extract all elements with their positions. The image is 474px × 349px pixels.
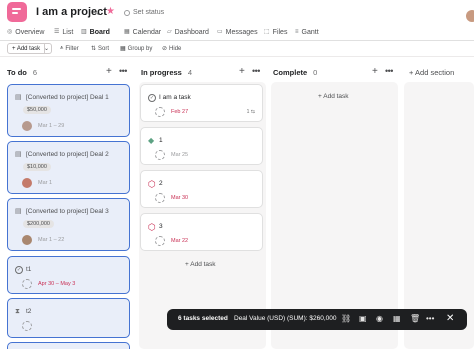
list-icon: ☰	[54, 29, 60, 35]
add-task-in-progress-link[interactable]: + Add task	[185, 261, 216, 268]
task-card[interactable]: ▤ [Converted to project] Deal 1 $50,000 …	[7, 84, 130, 137]
more-icon[interactable]: •••	[426, 314, 434, 324]
board-icon: ▥	[81, 29, 87, 35]
task-card[interactable]: ✓ I am a task Feb 27 1 ⇆	[140, 84, 263, 122]
assignee-placeholder-icon[interactable]	[22, 279, 32, 289]
dashboard-icon: ▱	[167, 29, 172, 35]
deal-value-tag: $200,000	[23, 220, 54, 228]
link-icon[interactable]: ⛓	[341, 314, 351, 324]
assignee-placeholder-icon[interactable]	[155, 236, 165, 246]
selection-toolbar: 6 tasks selected Deal Value (USD) (SUM):…	[167, 309, 467, 330]
star-icon[interactable]: ★	[106, 6, 115, 17]
due-date[interactable]: Mar 1	[38, 179, 52, 187]
deal-value-tag: $10,000	[23, 163, 51, 171]
calendar-icon: ▦	[124, 29, 130, 35]
column-header-todo[interactable]: To do 6	[7, 66, 37, 78]
avatar[interactable]	[466, 10, 474, 22]
deal-value-tag: $50,000	[23, 106, 51, 114]
filter-icon: ⩚	[60, 45, 64, 51]
tab-divider	[0, 40, 474, 41]
hide-icon: ⊘	[162, 46, 168, 52]
toolbar-divider	[0, 56, 474, 57]
hide-button[interactable]: ⊘ Hide	[162, 43, 181, 54]
selected-count: 6 tasks selected	[178, 315, 228, 322]
project-header: I am a project ⌄ ★ Set status	[0, 0, 474, 27]
add-task-complete-link[interactable]: + Add task	[318, 93, 349, 100]
set-status-button[interactable]: Set status	[124, 9, 164, 16]
more-icon[interactable]: •••	[385, 66, 393, 76]
due-date[interactable]: Mar 1 – 29	[38, 122, 64, 130]
project-icon[interactable]	[7, 2, 27, 22]
hourglass-icon: ⧗	[15, 308, 20, 315]
task-card[interactable]: ✓ t1 Apr 30 – May 3	[7, 256, 130, 294]
check-circle-icon[interactable]: ✓	[148, 94, 156, 102]
avatar[interactable]	[22, 178, 32, 188]
more-icon[interactable]: •••	[252, 66, 260, 76]
due-date[interactable]: Mar 30	[171, 194, 188, 202]
group-icon: ▦	[120, 46, 126, 52]
column-header-complete[interactable]: Complete 0	[273, 66, 317, 78]
assignee-placeholder-icon[interactable]	[155, 193, 165, 203]
assignee-placeholder-icon[interactable]	[155, 150, 165, 160]
project-doc-icon: ▤	[15, 151, 22, 158]
assign-icon[interactable]: ◉	[376, 314, 383, 324]
task-card[interactable]: ⬡ 3 Mar 22	[140, 213, 263, 251]
avatar[interactable]	[22, 121, 32, 131]
gantt-icon: ≡	[295, 29, 299, 35]
status-circle-icon	[124, 9, 130, 16]
messages-icon: ▭	[217, 29, 223, 35]
task-card[interactable]: ⧗ t2	[7, 298, 130, 338]
avatar[interactable]	[22, 235, 32, 245]
group-by-button[interactable]: ▦ Group by	[120, 43, 152, 54]
task-card[interactable]: ▤ [Converted to project] Deal 3 $200,000…	[7, 198, 130, 251]
due-date[interactable]: Feb 27	[171, 108, 188, 116]
delete-icon[interactable]: 🗑	[410, 314, 420, 324]
more-icon[interactable]: •••	[119, 66, 127, 76]
set-status-label: Set status	[133, 9, 165, 16]
column-header-in-progress[interactable]: In progress 4	[141, 66, 192, 78]
add-section-button[interactable]: + Add section	[409, 66, 454, 78]
due-date[interactable]: Mar 1 – 22	[38, 236, 64, 244]
selection-sum: Deal Value (USD) (SUM): $260,000	[234, 315, 337, 322]
calendar-icon[interactable]: ▦	[393, 314, 401, 324]
subtask-count[interactable]: 1 ⇆	[247, 108, 255, 116]
due-date[interactable]: Apr 30 – May 3	[38, 280, 75, 288]
assignee-placeholder-icon[interactable]	[22, 321, 32, 331]
filter-button[interactable]: ⩚ Filter	[60, 43, 79, 54]
project-doc-icon: ▤	[15, 208, 22, 215]
assignee-placeholder-icon[interactable]	[155, 107, 165, 117]
add-icon[interactable]: +	[372, 66, 378, 78]
circle-icon: ◎	[7, 29, 13, 35]
blocked-icon[interactable]: ⬡	[148, 180, 156, 189]
task-card[interactable]	[7, 342, 130, 349]
project-doc-icon: ▤	[15, 94, 22, 101]
add-icon[interactable]: +	[106, 66, 112, 78]
close-icon[interactable]: ✕	[446, 313, 454, 325]
copy-icon[interactable]: ▣	[359, 314, 367, 324]
blocked-icon[interactable]: ⬡	[148, 223, 156, 232]
due-date[interactable]: Mar 25	[171, 151, 188, 159]
add-task-button[interactable]: + Add task	[7, 43, 46, 54]
task-card[interactable]: ◆ 1 Mar 25	[140, 127, 263, 165]
sort-button[interactable]: ⇅ Sort	[91, 43, 109, 54]
chevron-down-icon: ⌄	[43, 46, 50, 52]
sort-icon: ⇅	[91, 46, 97, 52]
milestone-icon[interactable]: ◆	[148, 137, 154, 145]
task-card[interactable]: ▤ [Converted to project] Deal 2 $10,000 …	[7, 141, 130, 194]
add-task-dropdown[interactable]: ⌄	[42, 43, 52, 54]
chevron-down-icon[interactable]: ⌄	[95, 8, 102, 17]
add-icon[interactable]: +	[239, 66, 245, 78]
check-circle-icon[interactable]: ✓	[15, 266, 23, 274]
files-icon: ⬚	[264, 29, 270, 35]
task-card[interactable]: ⬡ 2 Mar 30	[140, 170, 263, 208]
due-date[interactable]: Mar 22	[171, 237, 188, 245]
